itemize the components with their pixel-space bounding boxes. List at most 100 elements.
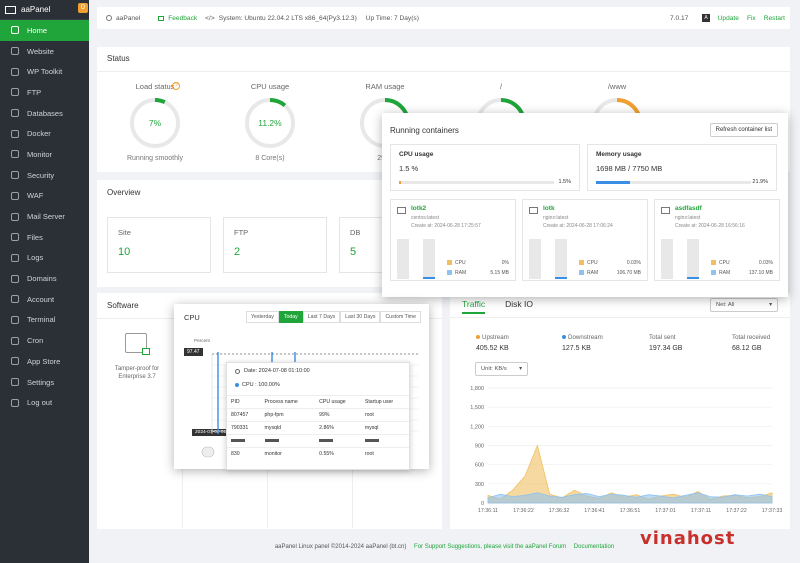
y-tick-label: 1,200 <box>470 424 484 430</box>
ram-mini-fill <box>423 277 435 279</box>
gauge-value: 7% <box>149 118 162 128</box>
y-tick-label: 300 <box>475 482 484 488</box>
docs-link[interactable]: Documentation <box>574 544 614 550</box>
nav-icon <box>11 171 19 180</box>
update-link[interactable]: Update <box>718 15 739 22</box>
zoom-handle[interactable] <box>201 446 215 458</box>
clock-icon <box>235 368 240 374</box>
sidebar-item-wp-toolkit[interactable]: WP Toolkit <box>0 61 89 82</box>
user-info[interactable]: aaPanel <box>106 15 140 22</box>
container-card-0[interactable]: lotk2 centos:latest Create at: 2024-06-28 … <box>390 199 516 281</box>
help-icon[interactable]: ? <box>172 82 180 90</box>
container-card-1[interactable]: lotk nginx:latest Create at: 2024-06-28 17… <box>522 199 648 281</box>
language-icon[interactable]: A <box>702 14 710 22</box>
sidebar: aaPanel 0 Home Website WP Toolkit FTP Databa… <box>0 0 89 563</box>
sidebar-item-mail-server[interactable]: Mail Server <box>0 206 89 227</box>
gauge-label: RAM usage <box>365 82 405 91</box>
overview-box-ftp[interactable]: FTP 2 <box>223 217 327 273</box>
process-cell: 2.86% <box>315 421 361 435</box>
gauge-value: 11.2% <box>258 118 282 128</box>
sidebar-item-log-out[interactable]: Log out <box>0 392 89 413</box>
sidebar-item-app-store[interactable]: App Store <box>0 351 89 372</box>
fix-link[interactable]: Fix <box>747 15 756 22</box>
ram-mini-bar <box>423 239 435 279</box>
container-created: Create at: 2024-06-28 17:25:57 <box>411 223 481 229</box>
x-tick-label: 17:36:32 <box>549 508 570 514</box>
refresh-container-button[interactable]: Refresh container list <box>709 123 778 137</box>
ram-mini-bar <box>687 239 699 279</box>
sidebar-item-label: App Store <box>27 356 61 366</box>
container-created: Create at: 2024-06-28 16:56:16 <box>675 223 745 229</box>
container-card-2[interactable]: asdfasdf nginx:latest Create at: 2024-06-2… <box>654 199 780 281</box>
software-item-label[interactable]: Tamper-proof for Enterprise 3.7 <box>105 365 169 381</box>
cpu-legend-label: CPU <box>455 260 466 266</box>
sidebar-item-ftp[interactable]: FTP <box>0 82 89 103</box>
gauge-label: Load status <box>135 82 175 91</box>
nav-icon <box>11 212 19 221</box>
overview-box-site[interactable]: Site 10 <box>107 217 211 273</box>
cpu-legend-value: 0.03% <box>626 260 641 266</box>
gauge-1[interactable]: CPU usage 11.2% 8 Core(s) <box>230 82 310 162</box>
brand: aaPanel 0 <box>0 0 89 20</box>
y-tick-label: 1,800 <box>470 386 484 392</box>
sidebar-item-website[interactable]: Website <box>0 41 89 62</box>
container-image: centos:latest <box>411 215 440 221</box>
tamper-proof-icon[interactable] <box>125 333 150 355</box>
sidebar-item-docker[interactable]: Docker <box>0 123 89 144</box>
sidebar-item-cron[interactable]: Cron <box>0 330 89 351</box>
sidebar-item-waf[interactable]: WAF <box>0 186 89 207</box>
container-created: Create at: 2024-06-28 17:06:24 <box>543 223 613 229</box>
sidebar-item-label: Databases <box>27 108 63 118</box>
feedback-icon <box>158 15 165 21</box>
nav-icon <box>11 129 19 138</box>
process-table: PID Process name CPU usage Startup user 807… <box>227 395 409 460</box>
nav-icon <box>11 274 19 283</box>
sidebar-item-monitor[interactable]: Monitor <box>0 144 89 165</box>
sidebar-item-databases[interactable]: Databases <box>0 103 89 124</box>
process-cell: php-fpm <box>260 408 316 422</box>
tooltip-cpu-value: CPU : 100.00% <box>242 382 280 388</box>
sidebar-item-label: Logs <box>27 253 44 263</box>
nav-icon <box>11 357 19 366</box>
ram-legend-value: 137.10 MB <box>748 270 773 276</box>
ram-legend-label: RAM <box>719 270 731 276</box>
cpu-legend-label: CPU <box>587 260 598 266</box>
sidebar-item-label: Cron <box>27 336 44 346</box>
sidebar-item-security[interactable]: Security <box>0 165 89 186</box>
tooltip-cpu-row: CPU : 100.00% <box>227 379 409 395</box>
container-image: nginx:latest <box>675 215 701 221</box>
monitor-icon <box>5 5 16 14</box>
container-name[interactable]: lotk <box>543 205 555 212</box>
memory-usage-value: 1698 MB / 7750 MB <box>596 164 663 173</box>
sidebar-item-terminal[interactable]: Terminal <box>0 310 89 331</box>
sidebar-item-files[interactable]: Files <box>0 227 89 248</box>
sidebar-item-label: Website <box>27 46 54 56</box>
user-icon <box>106 15 112 21</box>
sidebar-item-domains[interactable]: Domains <box>0 268 89 289</box>
y-tick-label: 600 <box>475 463 484 469</box>
tooltip-date: Date: 2024-07-08 01:10:00 <box>244 368 310 374</box>
overview-label: Site <box>118 228 131 237</box>
container-name[interactable]: lotk2 <box>411 205 426 212</box>
restart-link[interactable]: Restart <box>764 15 785 22</box>
x-tick-label: 17:36:41 <box>584 508 605 514</box>
sidebar-item-logs[interactable]: Logs <box>0 248 89 269</box>
cpu-usage-bar <box>399 181 554 184</box>
sidebar-item-home[interactable]: Home <box>0 20 89 41</box>
nav-icon <box>11 88 19 97</box>
feedback-link[interactable]: Feedback <box>158 15 197 22</box>
process-cell <box>315 434 361 448</box>
support-link[interactable]: For Support Suggestions, please visit th… <box>414 544 566 550</box>
sidebar-item-account[interactable]: Account <box>0 289 89 310</box>
ram-legend-dot <box>579 270 584 275</box>
gauge-0[interactable]: Load status? 7% Running smoothly <box>115 82 195 162</box>
notification-badge[interactable]: 0 <box>78 3 88 13</box>
sidebar-item-settings[interactable]: Settings <box>0 372 89 393</box>
process-cell <box>360 434 409 448</box>
topbar: aaPanel Feedback </> System: Ubuntu 22.0… <box>97 7 790 29</box>
container-name[interactable]: asdfasdf <box>675 205 702 212</box>
overview-value: 10 <box>118 246 131 258</box>
brand-name: aaPanel <box>21 5 51 14</box>
cpu-usage-value: 1.5 % <box>399 164 419 173</box>
nav-icon <box>11 109 19 118</box>
